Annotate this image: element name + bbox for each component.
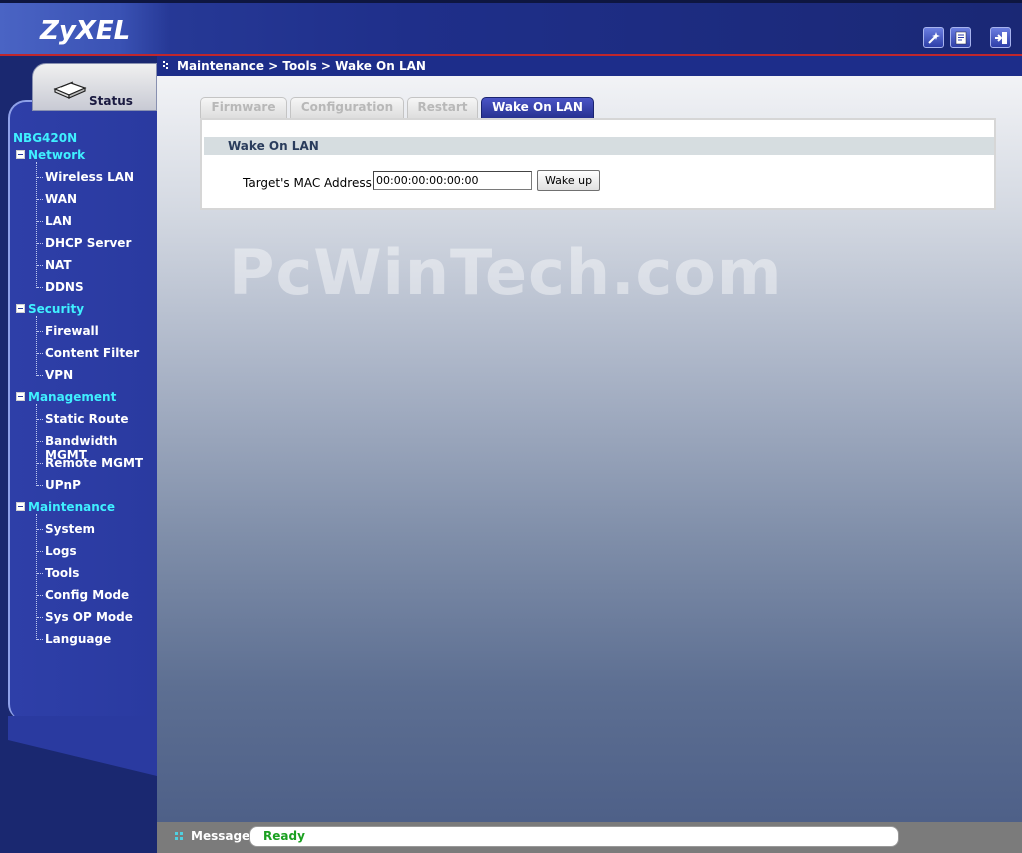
status-bar: Message Ready (157, 822, 1022, 853)
breadcrumb-arrow-icon (163, 61, 168, 69)
breadcrumb: Maintenance > Tools > Wake On LAN (177, 59, 426, 73)
sidebar-group-security[interactable]: Security (16, 302, 84, 316)
logout-icon[interactable] (990, 27, 1011, 48)
mac-address-label: Target's MAC Address (243, 176, 372, 190)
device-name: NBG420N (13, 131, 78, 145)
wizard-icon[interactable] (923, 27, 944, 48)
sidebar-item-wireless-lan[interactable]: Wireless LAN (45, 170, 134, 184)
sidebar-item-language[interactable]: Language (45, 632, 111, 646)
group-label: Network (28, 148, 86, 162)
breadcrumb-bar: Maintenance > Tools > Wake On LAN (157, 56, 1022, 76)
sidebar-item-logs[interactable]: Logs (45, 544, 77, 558)
sidebar-item-lan[interactable]: LAN (45, 214, 72, 228)
group-label: Maintenance (28, 500, 116, 514)
tree-branch (37, 463, 43, 464)
tree-branch (37, 485, 43, 486)
sidebar-item-tools[interactable]: Tools (45, 566, 79, 580)
wake-up-button[interactable]: Wake up (537, 170, 600, 191)
sidebar-item-content-filter[interactable]: Content Filter (45, 346, 139, 360)
sidebar-item-system[interactable]: System (45, 522, 95, 536)
collapse-icon (16, 502, 25, 511)
wake-on-lan-panel: Wake On LAN Target's MAC Address Wake up (200, 118, 996, 210)
tree-branch (37, 573, 43, 574)
message-box: Ready (249, 826, 899, 847)
sidebar-item-dhcp-server[interactable]: DHCP Server (45, 236, 131, 250)
menu-panel-bottom (8, 716, 157, 776)
mac-address-input[interactable] (373, 171, 532, 190)
sidebar-item-ddns[interactable]: DDNS (45, 280, 84, 294)
tree-branch (37, 287, 43, 288)
collapse-icon (16, 150, 25, 159)
sidebar-group-management[interactable]: Management (16, 390, 116, 404)
watermark: PcWinTech.com (229, 236, 783, 309)
sidebar-group-network[interactable]: Network (16, 148, 85, 162)
tree-branch (37, 177, 43, 178)
sidebar-item-static-route[interactable]: Static Route (45, 412, 129, 426)
sidebar-item-remote-mgmt[interactable]: Remote MGMT (45, 456, 143, 470)
zyxel-logo: ZyXEL (40, 16, 131, 46)
tree-line (36, 514, 37, 640)
message-label: Message (191, 829, 251, 843)
tree-branch (37, 265, 43, 266)
tree-branch (37, 595, 43, 596)
tree-branch (37, 639, 43, 640)
group-label: Management (28, 390, 117, 404)
panel-header: Wake On LAN (204, 137, 994, 155)
menu-panel (8, 100, 157, 720)
collapse-icon (16, 304, 25, 313)
tree-branch (37, 199, 43, 200)
status-tab[interactable]: Status (32, 63, 157, 111)
tree-branch (37, 551, 43, 552)
sidebar: Status NBG420N Network Wireless LAN WAN … (0, 56, 157, 853)
tree-branch (37, 353, 43, 354)
tree-branch (37, 331, 43, 332)
main-content: PcWinTech.com Firmware Configuration Res… (157, 76, 1022, 822)
tree-line (36, 162, 37, 288)
collapse-icon (16, 392, 25, 401)
sidebar-item-upnp[interactable]: UPnP (45, 478, 81, 492)
tab-configuration[interactable]: Configuration (290, 97, 404, 119)
tree-branch (37, 419, 43, 420)
help-icon[interactable] (950, 27, 971, 48)
group-label: Security (28, 302, 85, 316)
tree-branch (37, 221, 43, 222)
tab-firmware[interactable]: Firmware (200, 97, 287, 119)
sidebar-group-maintenance[interactable]: Maintenance (16, 500, 115, 514)
panel-title: Wake On LAN (228, 139, 319, 153)
message-icon (175, 832, 183, 840)
tree-branch (37, 617, 43, 618)
sidebar-item-vpn[interactable]: VPN (45, 368, 73, 382)
tree-branch (37, 243, 43, 244)
tab-restart[interactable]: Restart (407, 97, 478, 119)
sidebar-item-sys-op-mode[interactable]: Sys OP Mode (45, 610, 133, 624)
tree-line (36, 316, 37, 376)
sidebar-item-wan[interactable]: WAN (45, 192, 77, 206)
tree-branch (37, 529, 43, 530)
header-bar: ZyXEL (0, 0, 1022, 56)
router-icon (53, 81, 87, 99)
message-value: Ready (263, 829, 305, 843)
tab-wake-on-lan[interactable]: Wake On LAN (481, 97, 594, 119)
status-label: Status (89, 94, 133, 108)
sidebar-item-nat[interactable]: NAT (45, 258, 72, 272)
sidebar-item-firewall[interactable]: Firewall (45, 324, 99, 338)
tree-line (36, 404, 37, 486)
logo-area: ZyXEL (0, 3, 170, 54)
sidebar-item-config-mode[interactable]: Config Mode (45, 588, 129, 602)
tree-branch (37, 441, 43, 442)
tree-branch (37, 375, 43, 376)
